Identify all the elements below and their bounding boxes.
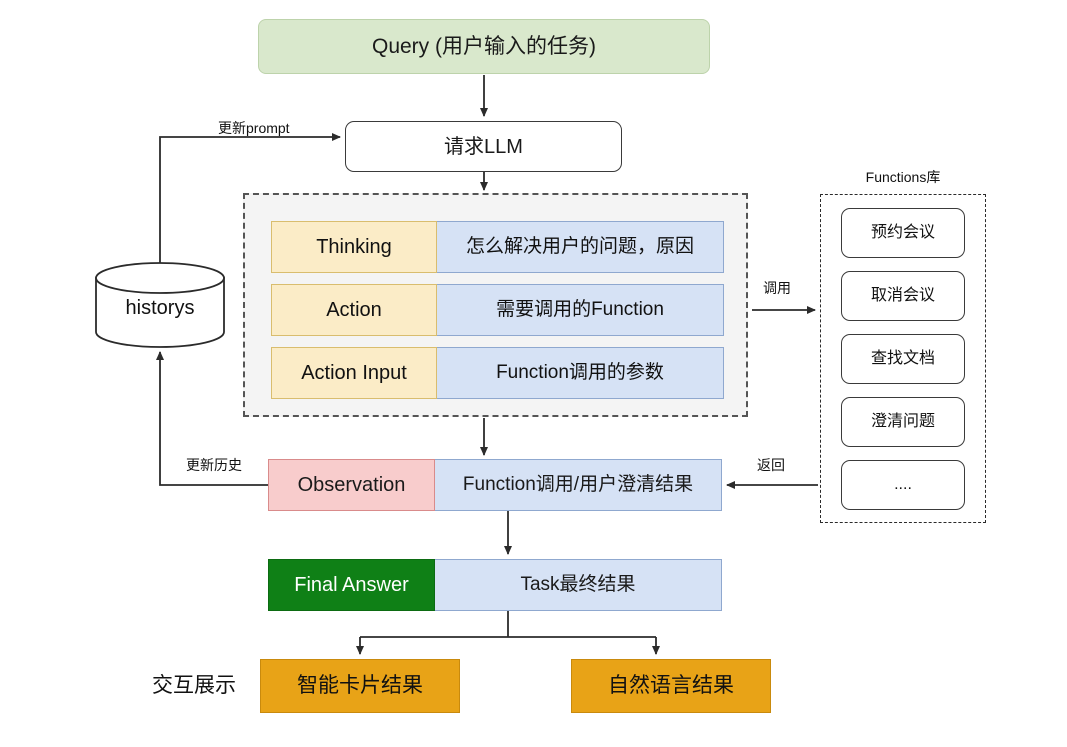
final-answer-value: Task最终结果: [435, 559, 722, 611]
output-card-result: 智能卡片结果: [260, 659, 460, 713]
observation-value: Function调用/用户澄清结果: [435, 459, 722, 511]
react-row-value-action-input: Function调用的参数: [437, 347, 724, 399]
observation-label: Observation: [268, 459, 435, 511]
edge-label-update-history: 更新历史: [186, 457, 242, 473]
react-row-label-action-input: Action Input: [271, 347, 437, 399]
function-item-find-document: 查找文档: [841, 334, 965, 384]
function-item-more: ....: [841, 460, 965, 510]
react-row-value-thinking: 怎么解决用户的问题，原因: [437, 221, 724, 273]
final-answer-label: Final Answer: [268, 559, 435, 611]
function-item-book-meeting: 预约会议: [841, 208, 965, 258]
interaction-display-label: 交互展示: [152, 674, 236, 698]
edge-label-return: 返回: [757, 457, 785, 473]
react-row-label-action: Action: [271, 284, 437, 336]
functions-library-title: Functions库: [865, 168, 941, 185]
react-row-value-action: 需要调用的Function: [437, 284, 724, 336]
request-llm-node: 请求LLM: [345, 121, 622, 172]
react-loop-zone: Thinking 怎么解决用户的问题，原因 Action 需要调用的Functi…: [243, 193, 748, 417]
historys-datastore-label: historys: [125, 297, 195, 319]
query-node: Query (用户输入的任务): [258, 19, 710, 74]
output-natural-language-result: 自然语言结果: [571, 659, 771, 713]
react-row-label-thinking: Thinking: [271, 221, 437, 273]
diagram-canvas: Query (用户输入的任务) 请求LLM Thinking 怎么解决用户的问题…: [0, 0, 1067, 747]
function-item-clarify-question: 澄清问题: [841, 397, 965, 447]
edge-label-update-prompt: 更新prompt: [218, 120, 290, 136]
edge-label-call: 调用: [763, 280, 791, 296]
function-item-cancel-meeting: 取消会议: [841, 271, 965, 321]
